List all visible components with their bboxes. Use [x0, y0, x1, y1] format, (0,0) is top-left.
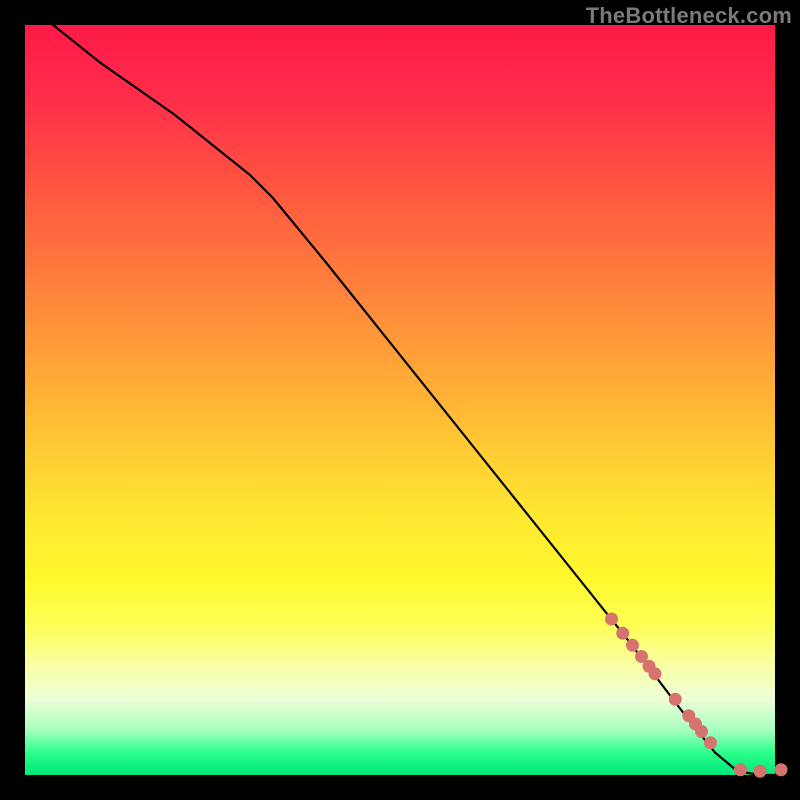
chart-plot-area [25, 25, 775, 775]
chart-point [775, 763, 788, 776]
chart-point [704, 736, 717, 749]
chart-line-curve [25, 3, 775, 776]
chart-point [649, 667, 662, 680]
chart-point [734, 763, 747, 776]
chart-point [616, 627, 629, 640]
chart-point [754, 765, 767, 778]
chart-svg [25, 25, 775, 775]
chart-point [669, 693, 682, 706]
chart-point [605, 613, 618, 626]
chart-frame: TheBottleneck.com [0, 0, 800, 800]
chart-point [626, 639, 639, 652]
watermark-text: TheBottleneck.com [586, 3, 792, 29]
chart-point [695, 725, 708, 738]
